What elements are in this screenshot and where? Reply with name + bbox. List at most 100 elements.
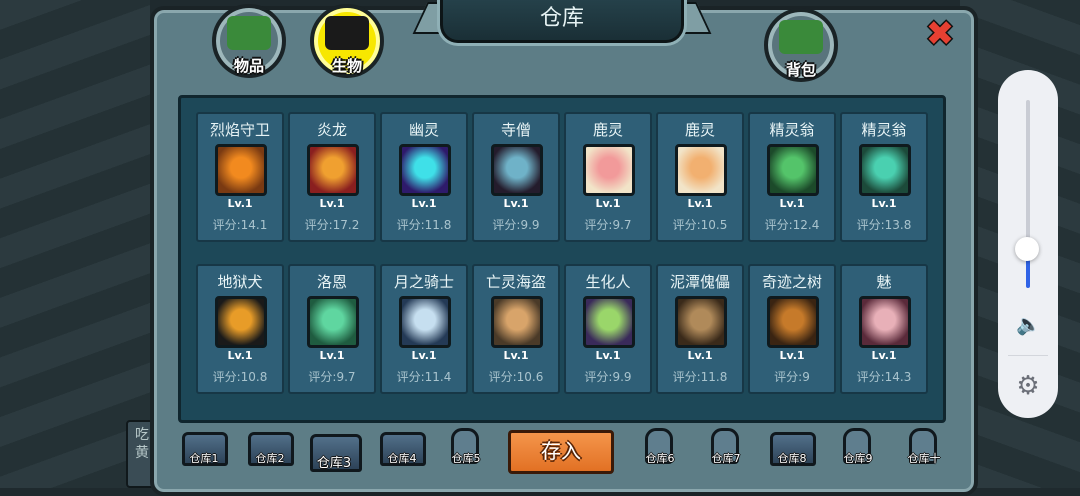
creature-portrait xyxy=(399,144,451,196)
volume-track xyxy=(1026,100,1030,260)
storage-tab-label: 仓库十 xyxy=(907,452,941,465)
creature-card[interactable]: 地狱犬 Lv.1 评分:10.8 xyxy=(196,264,284,394)
storage-tab[interactable]: 仓库7 xyxy=(698,428,754,470)
creature-portrait xyxy=(307,296,359,348)
creature-portrait xyxy=(767,296,819,348)
tab-creatures[interactable]: 生物 xyxy=(310,4,384,78)
creature-card[interactable]: 洛恩 Lv.1 评分:9.7 xyxy=(288,264,376,394)
creature-name: 洛恩 xyxy=(316,273,347,291)
storage-tab-label: 仓库8 xyxy=(777,452,807,465)
volume-divider xyxy=(1008,355,1048,356)
storage-tab[interactable]: 仓库1 xyxy=(176,430,232,470)
creature-score: 评分:9.7 xyxy=(584,218,632,232)
creature-portrait xyxy=(583,296,635,348)
gear-icon[interactable]: ⚙ xyxy=(1014,372,1042,400)
creature-portrait xyxy=(491,144,543,196)
storage-tab[interactable]: 仓库9 xyxy=(830,428,886,470)
creature-score: 评分:13.8 xyxy=(856,218,912,232)
storage-tab-label: 仓库3 xyxy=(316,456,352,471)
tab-items[interactable]: 物品 xyxy=(212,4,286,78)
close-icon: ✖ xyxy=(925,14,955,54)
creature-name: 泥潭傀儡 xyxy=(669,273,730,291)
creature-card[interactable]: 月之骑士 Lv.1 评分:11.4 xyxy=(380,264,468,394)
creature-level: Lv.1 xyxy=(411,197,437,210)
storage-tab-label: 仓库4 xyxy=(387,452,417,465)
items-icon xyxy=(227,16,271,50)
creature-card[interactable]: 精灵翁 Lv.1 评分:12.4 xyxy=(748,112,836,242)
creature-score: 评分:10.5 xyxy=(672,218,728,232)
speaker-icon[interactable]: 🔈 xyxy=(1016,314,1041,334)
close-button[interactable]: ✖ xyxy=(924,17,956,51)
tab-backpack[interactable]: 背包 xyxy=(764,8,838,82)
creature-level: Lv.1 xyxy=(779,197,805,210)
creature-portrait xyxy=(767,144,819,196)
creature-level: Lv.1 xyxy=(871,349,897,362)
creature-score: 评分:9 xyxy=(774,370,810,384)
creature-card[interactable]: 寺僧 Lv.1 评分:9.9 xyxy=(472,112,560,242)
creature-name: 炎龙 xyxy=(316,121,347,139)
creature-name: 精灵翁 xyxy=(861,121,907,139)
creature-name: 魅 xyxy=(876,273,892,291)
creature-name: 寺僧 xyxy=(500,121,531,139)
creature-portrait xyxy=(215,296,267,348)
creature-name: 地狱犬 xyxy=(217,273,263,291)
storage-tab[interactable]: 仓库3 xyxy=(306,432,362,472)
creature-portrait xyxy=(307,144,359,196)
creature-level: Lv.1 xyxy=(503,349,529,362)
creature-card[interactable]: 泥潭傀儡 Lv.1 评分:11.8 xyxy=(656,264,744,394)
storage-tab[interactable]: 仓库2 xyxy=(242,430,298,470)
storage-tab[interactable]: 仓库8 xyxy=(764,430,820,470)
storage-tab-label: 仓库9 xyxy=(843,452,873,465)
creature-portrait xyxy=(583,144,635,196)
creature-card[interactable]: 奇迹之树 Lv.1 评分:9 xyxy=(748,264,836,394)
creature-name: 烈焰守卫 xyxy=(209,121,270,139)
creature-score: 评分:17.2 xyxy=(304,218,360,232)
creature-level: Lv.1 xyxy=(411,349,437,362)
creature-level: Lv.1 xyxy=(227,349,253,362)
tab-items-label: 物品 xyxy=(233,57,264,75)
creature-name: 鹿灵 xyxy=(684,121,715,139)
creature-card[interactable]: 幽灵 Lv.1 评分:11.8 xyxy=(380,112,468,242)
creature-score: 评分:12.4 xyxy=(764,218,820,232)
creature-level: Lv.1 xyxy=(319,349,345,362)
storage-tab-label: 仓库1 xyxy=(189,452,219,465)
storage-tab[interactable]: 仓库5 xyxy=(438,428,494,470)
creature-score: 评分:14.3 xyxy=(856,370,912,384)
storage-tab-label: 仓库7 xyxy=(711,452,741,465)
storage-tab[interactable]: 仓库4 xyxy=(374,430,430,470)
storage-tab[interactable]: 仓库6 xyxy=(632,428,688,470)
store-button[interactable]: 存入 xyxy=(508,430,614,474)
creature-card[interactable]: 生化人 Lv.1 评分:9.9 xyxy=(564,264,652,394)
storage-tab-label: 仓库5 xyxy=(451,452,481,465)
creature-score: 评分:11.8 xyxy=(672,370,728,384)
creature-score: 评分:10.6 xyxy=(488,370,544,384)
creature-card[interactable]: 魅 Lv.1 评分:14.3 xyxy=(840,264,928,394)
storage-tab[interactable]: 仓库十 xyxy=(896,428,952,470)
creature-portrait xyxy=(859,296,911,348)
creatures-icon xyxy=(325,16,369,50)
creature-level: Lv.1 xyxy=(503,197,529,210)
creature-portrait xyxy=(399,296,451,348)
creature-name: 幽灵 xyxy=(408,121,439,139)
storage-tab-label: 仓库6 xyxy=(645,452,675,465)
creature-level: Lv.1 xyxy=(871,197,897,210)
creature-portrait xyxy=(491,296,543,348)
volume-slider-knob[interactable] xyxy=(1015,237,1039,261)
background-left xyxy=(0,0,150,488)
creature-card[interactable]: 烈焰守卫 Lv.1 评分:14.1 xyxy=(196,112,284,242)
creature-card[interactable]: 鹿灵 Lv.1 评分:10.5 xyxy=(656,112,744,242)
creature-card[interactable]: 鹿灵 Lv.1 评分:9.7 xyxy=(564,112,652,242)
creature-level: Lv.1 xyxy=(779,349,805,362)
creature-level: Lv.1 xyxy=(687,349,713,362)
volume-panel: 🔈 ⚙ xyxy=(998,70,1058,418)
creature-score: 评分:9.7 xyxy=(308,370,356,384)
creature-card[interactable]: 精灵翁 Lv.1 评分:13.8 xyxy=(840,112,928,242)
creature-score: 评分:10.8 xyxy=(212,370,268,384)
creature-card[interactable]: 亡灵海盗 Lv.1 评分:10.6 xyxy=(472,264,560,394)
tab-backpack-label: 背包 xyxy=(785,61,816,79)
creature-card[interactable]: 炎龙 Lv.1 评分:17.2 xyxy=(288,112,376,242)
creature-name: 奇迹之树 xyxy=(761,273,822,291)
creature-portrait xyxy=(215,144,267,196)
creature-level: Lv.1 xyxy=(595,197,621,210)
creature-score: 评分:9.9 xyxy=(584,370,632,384)
